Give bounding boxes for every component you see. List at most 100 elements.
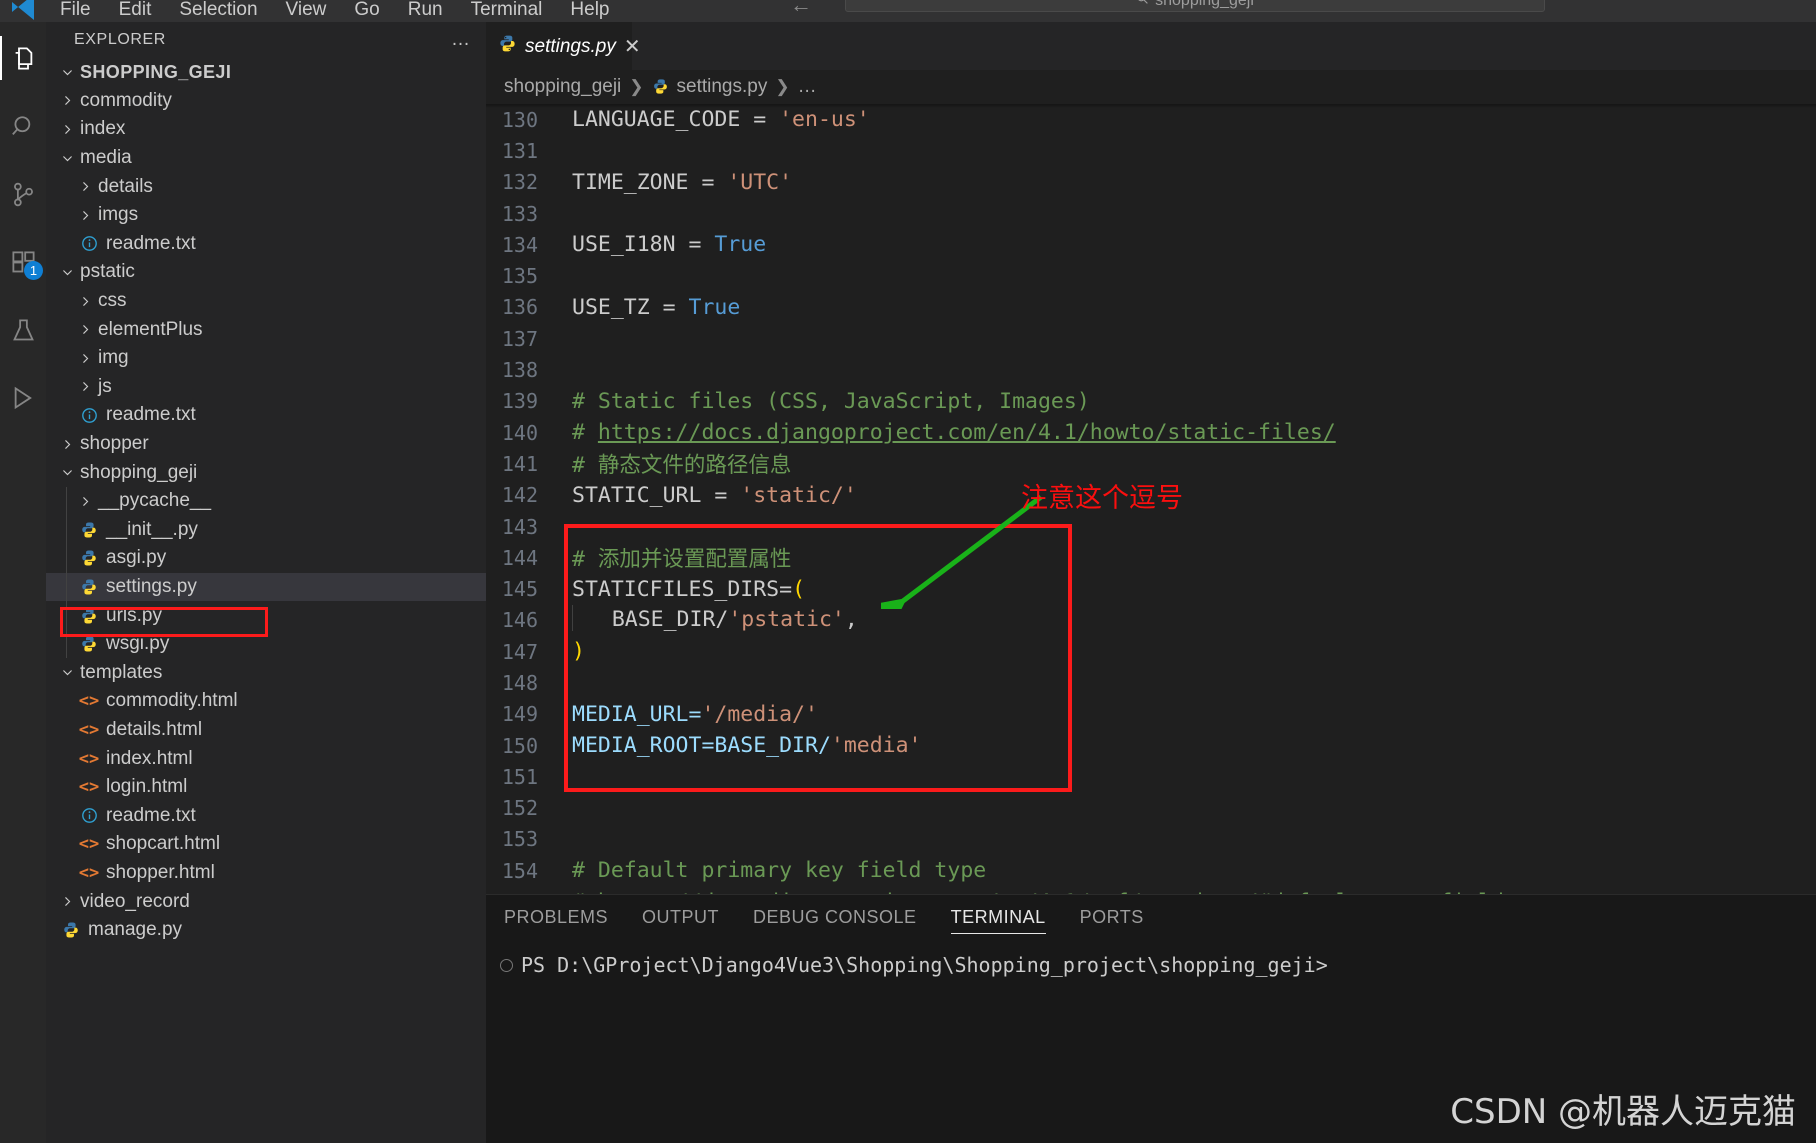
chevron-down-icon[interactable] [58,666,76,679]
editor-tab-settings-py[interactable]: settings.py ✕ [486,22,641,70]
chevron-right-icon[interactable] [58,94,76,107]
tree-item-css[interactable]: css [46,287,486,316]
menu-terminal[interactable]: Terminal [457,0,557,19]
explorer-sidebar: EXPLORER … SHOPPING_GEJI commodity index me… [46,22,486,1143]
menu-go[interactable]: Go [340,0,393,19]
close-icon[interactable]: ✕ [624,34,641,59]
python-file-icon [76,635,102,653]
panel-tab-debug-console[interactable]: DEBUG CONSOLE [753,895,917,939]
chevron-right-icon[interactable] [76,495,94,508]
vscode-window: File Edit Selection View Go Run Terminal… [0,0,1816,1143]
code-editor[interactable]: 130 LANGUAGE_CODE = 'en-us' 131 132 TIME_ZON… [486,104,1816,894]
code-line-text: TIME_ZONE = 'UTC' [572,169,793,195]
breadcrumb-item-folder[interactable]: shopping_geji [504,76,621,98]
tree-item-js[interactable]: js [46,373,486,402]
panel-tab-output[interactable]: OUTPUT [642,895,719,939]
tree-item-readme-txt[interactable]: readme.txt [46,230,486,259]
panel-tab-problems[interactable]: PROBLEMS [504,895,608,939]
tree-item-media[interactable]: media [46,144,486,173]
code-line: 139 # Static files (CSS, JavaScript, Imag… [486,386,1816,417]
tree-item-elementplus[interactable]: elementPlus [46,315,486,344]
line-number: 131 [501,138,538,163]
chevron-down-icon[interactable] [58,466,76,479]
chevron-down-icon[interactable] [58,152,76,165]
code-line: 141 # 静态文件的路径信息 [486,448,1816,479]
code-line-text: STATICFILES_DIRS=( [572,576,806,602]
explorer-more-actions-icon[interactable]: … [451,29,472,51]
activity-source-control-icon[interactable] [0,172,46,216]
panel-tab-ports[interactable]: PORTS [1080,895,1144,939]
terminal-body[interactable]: PS D:\GProject\Django4Vue3\Shopping\Shop… [486,939,1816,977]
code-line: 150 MEDIA_ROOT=BASE_DIR/'media' [486,730,1816,761]
tree-item-commodity-html[interactable]: <> commodity.html [46,687,486,716]
breadcrumb-item-file[interactable]: settings.py [677,76,768,98]
tree-item-label: wsgi.py [106,633,170,655]
code-line-text: # Static files (CSS, JavaScript, Images) [572,388,1090,414]
tree-item-urls-py[interactable]: urls.py [46,601,486,630]
chevron-right-icon[interactable] [76,209,94,222]
command-center-search[interactable]: shopping_geji [845,0,1545,12]
menu-edit[interactable]: Edit [105,0,166,19]
tree-item-img[interactable]: img [46,344,486,373]
chevron-right-icon[interactable] [76,323,94,336]
code-line: 146 BASE_DIR/'pstatic', [486,605,1816,636]
chevron-right-icon[interactable] [76,352,94,365]
tree-item-pycache[interactable]: __pycache__ [46,486,486,516]
chevron-right-icon[interactable] [76,380,94,393]
search-icon [1136,0,1149,10]
panel-tab-label: DEBUG CONSOLE [753,906,917,927]
line-number: 149 [501,702,538,727]
breadcrumb-item-symbol[interactable]: … [798,76,817,98]
code-line-text: USE_I18N = True [572,232,767,258]
tree-item-details[interactable]: details [46,172,486,201]
tree-item-login-html[interactable]: <> login.html [46,773,486,802]
tree-item-details-html[interactable]: <> details.html [46,716,486,745]
breadcrumb: shopping_geji ❯ settings.py ❯ … [486,70,1816,104]
chevron-down-icon[interactable] [58,66,76,79]
tree-item-label: templates [80,661,163,683]
menu-file[interactable]: File [46,0,105,19]
chevron-right-icon[interactable] [76,295,94,308]
line-number: 145 [501,577,538,602]
code-line-text: # 静态文件的路径信息 [572,453,792,479]
chevron-right-icon[interactable] [58,438,76,451]
tree-item-shopping-geji[interactable]: shopping_geji [46,458,486,487]
chevron-right-icon[interactable] [58,895,76,908]
tree-item-label: settings.py [106,575,197,597]
tree-item-asgi-py[interactable]: asgi.py [46,544,486,573]
activity-extensions-icon[interactable]: 1 [0,240,46,284]
search-placeholder-text: shopping_geji [1155,0,1254,9]
tree-item-pstatic[interactable]: pstatic [46,258,486,287]
tree-item-readme-txt[interactable]: readme.txt [46,801,486,830]
tree-item-index-html[interactable]: <> index.html [46,744,486,773]
tree-item-shopcart-html[interactable]: <> shopcart.html [46,830,486,859]
tree-item-wsgi-py[interactable]: wsgi.py [46,629,486,659]
panel-tab-terminal[interactable]: TERMINAL [950,895,1046,939]
tree-item-shopper-html[interactable]: <> shopper.html [46,859,486,888]
menu-run[interactable]: Run [394,0,457,19]
line-number: 148 [501,670,538,695]
menu-view[interactable]: View [272,0,341,19]
menu-help[interactable]: Help [556,0,623,19]
activity-run-debug-icon[interactable] [0,376,46,420]
tree-item-shopper[interactable]: shopper [46,430,486,459]
go-back-icon[interactable]: ← [790,0,812,18]
chevron-right-icon[interactable] [76,180,94,193]
activity-search-icon[interactable] [0,104,46,148]
chevron-down-icon[interactable] [58,266,76,279]
tree-item-video-record[interactable]: video_record [46,887,486,916]
tree-item-templates[interactable]: templates [46,658,486,687]
tree-item-init-py[interactable]: __init__.py [46,515,486,545]
menu-selection[interactable]: Selection [165,0,271,19]
activity-explorer-icon[interactable] [0,36,46,80]
line-number: 153 [501,827,538,852]
tree-item-settings-py[interactable]: settings.py [46,572,486,602]
chevron-right-icon[interactable] [58,123,76,136]
tree-item-commodity[interactable]: commodity [46,87,486,116]
tree-item-manage-py[interactable]: manage.py [46,916,486,945]
tree-item-imgs[interactable]: imgs [46,201,486,230]
tree-item-readme-txt[interactable]: readme.txt [46,401,486,430]
tree-root-row[interactable]: SHOPPING_GEJI [46,58,486,87]
activity-testing-icon[interactable] [0,308,46,352]
tree-item-index[interactable]: index [46,115,486,144]
